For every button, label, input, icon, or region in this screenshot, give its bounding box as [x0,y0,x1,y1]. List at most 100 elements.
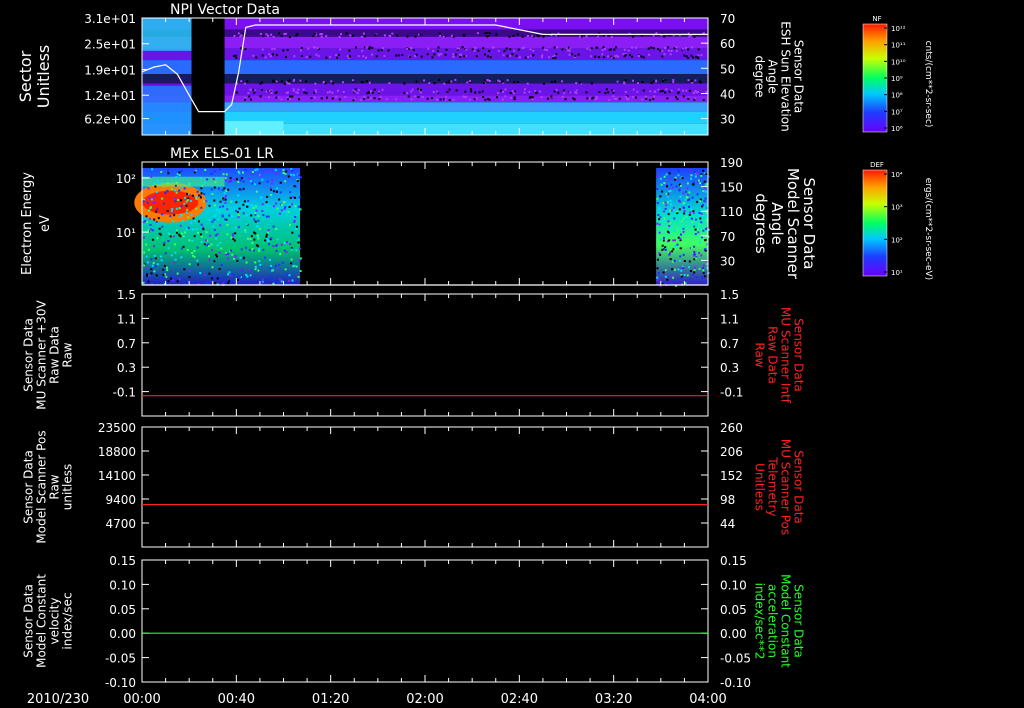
els-speckle [282,172,285,175]
els-speckle [686,193,689,196]
npi-speckle [338,98,341,101]
npi-speckle [278,32,281,35]
els-speckle [162,273,165,276]
npi-speckle [692,56,695,59]
npi-speckle [395,54,398,57]
els-speckle [679,255,682,258]
npi-speckle [464,90,467,93]
els-speckle [213,170,216,173]
els-speckle [159,255,162,258]
npi-speckle [697,54,700,57]
els-speckle [284,268,287,271]
els-speckle [182,245,185,248]
els-speckle [230,215,233,218]
npi-speckle [299,49,302,52]
els-speckle [162,268,165,271]
npi-speckle [420,55,423,58]
npi-speckle [685,46,688,49]
els-speckle [202,200,205,203]
y-tick-label: 3.1e+01 [84,12,136,26]
els-speckle [150,198,153,201]
els-speckle [196,246,199,249]
els-speckle [298,196,301,199]
els-speckle [150,272,153,275]
npi-speckle [640,55,643,58]
npi-speckle [240,80,243,83]
els-speckle [142,281,145,284]
els-speckle [167,247,170,250]
els-speckle [177,199,180,202]
els-speckle [230,236,233,239]
y-tick-label: 0.3 [117,361,136,375]
els-speckle [259,263,262,266]
npi-speckle [465,48,468,51]
els-speckle [702,269,705,272]
els-speckle [232,234,235,237]
y-axis-label: Model Constant [35,574,49,668]
y-axis-label: index/sec [61,592,75,649]
els-speckle [257,237,260,240]
npi-speckle [239,47,242,50]
els-heatmap [134,168,710,287]
els-speckle [224,196,227,199]
y2-axis-label: degree [753,55,767,97]
els-speckle [704,190,707,193]
npi-speckle [470,90,473,93]
els-speckle [142,221,145,224]
panel-frame [141,559,709,683]
npi-speckle [612,95,615,98]
npi-speckle [268,89,271,92]
els-speckle [674,268,677,271]
els-speckle [296,180,299,183]
els-speckle [148,209,151,212]
els-speckle [191,228,194,231]
els-speckle [265,235,268,238]
npi-speckle [246,80,249,83]
npi-speckle [542,35,545,38]
els-speckle [686,187,689,190]
els-speckle [231,253,234,256]
npi-speckle [501,80,504,83]
els-speckle [153,254,156,257]
npi-speckle [607,91,610,94]
els-speckle [173,214,176,217]
els-speckle [154,257,157,260]
npi-speckle [524,56,527,59]
els-speckle [694,175,697,178]
npi-speckle [531,54,534,57]
els-speckle [278,212,281,215]
els-speckle [196,190,199,193]
els-speckle [669,189,672,192]
els-speckle [211,220,214,223]
els-speckle [259,228,262,231]
npi-speckle [693,35,696,38]
npi-speckle [497,92,500,95]
els-speckle [690,217,693,220]
els-speckle [680,220,683,223]
els-speckle [229,180,232,183]
els-speckle [696,193,699,196]
npi-speckle [504,88,507,91]
time-tick-label: 03:20 [595,692,632,707]
npi-speckle [437,53,440,56]
els-speckle [164,252,167,255]
els-speckle [667,195,670,198]
els-speckle [690,174,693,177]
npi-speckle [598,91,601,94]
npi-speckle [363,98,366,101]
npi-band [142,36,708,49]
npi-speckle [452,98,455,101]
els-speckle [272,225,275,228]
els-speckle [299,240,302,243]
npi-speckle [280,80,283,83]
els-speckle [267,239,270,242]
els-speckle [219,241,222,244]
els-speckle [290,262,293,265]
y2-tick-label: 40 [720,87,735,101]
npi-speckle [695,91,698,94]
y-axis-label: velocity [48,598,62,645]
els-speckle [282,169,285,172]
npi-speckle [396,34,399,37]
els-speckle [217,218,220,221]
els-hot [142,190,199,215]
